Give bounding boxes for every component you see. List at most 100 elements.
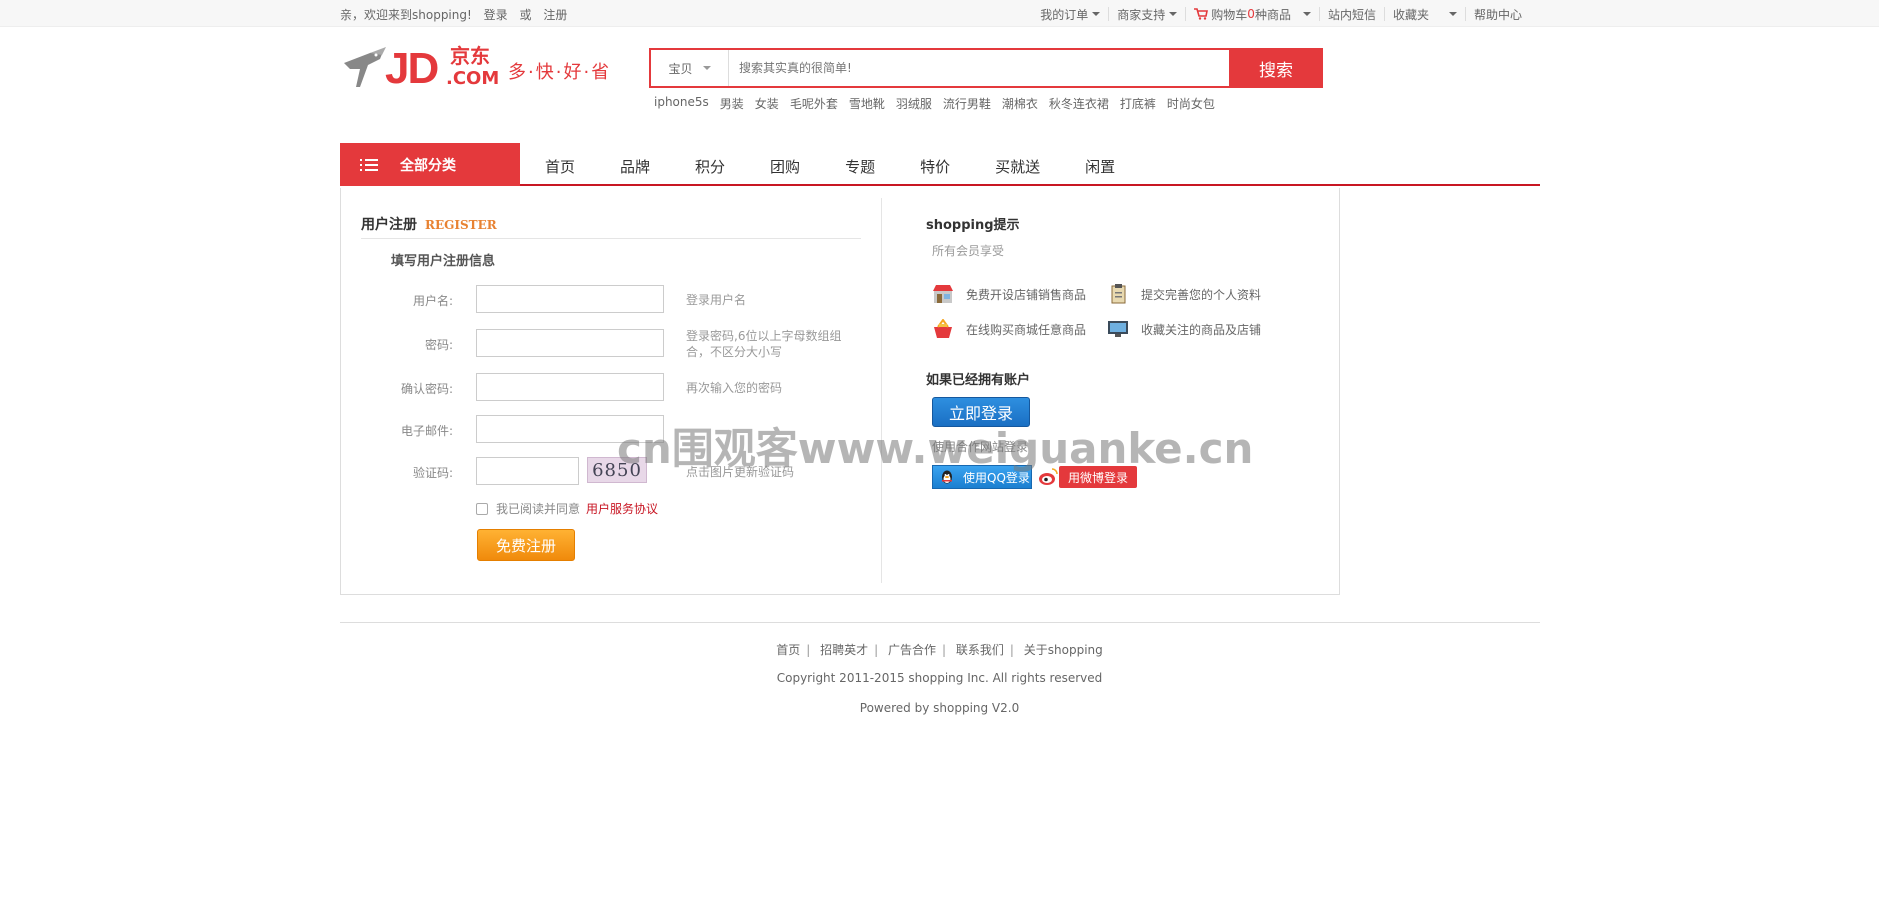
register-link[interactable]: 注册 [543, 8, 567, 22]
top-bar: 亲，欢迎来到shopping! 登录 或 注册 我的订单 商家支持 购物车 0 种商… [0, 0, 1879, 27]
footer-divider [340, 622, 1540, 623]
nav-link-group-buy[interactable]: 团购 [770, 156, 800, 177]
search-category-select[interactable]: 宝贝 [651, 50, 729, 86]
nav-link-idle[interactable]: 闲置 [1085, 156, 1115, 177]
chevron-down-icon [1302, 12, 1311, 16]
top-links: 我的订单 商家支持 购物车 0 种商品 站内短信 收藏夹 帮助中心 [1032, 7, 1530, 22]
favorites-menu[interactable]: 收藏夹 [1383, 7, 1465, 22]
messages-link[interactable]: 站内短信 [1318, 7, 1384, 22]
nav-link-brand[interactable]: 品牌 [620, 156, 650, 177]
nav-link-buy-gift[interactable]: 买就送 [995, 156, 1040, 177]
tips-title: shopping提示 [926, 218, 1020, 233]
agree-checkbox[interactable] [476, 502, 488, 515]
clipboard-icon [1111, 284, 1126, 304]
all-categories-label: 全部分类 [400, 157, 456, 174]
hotword-link[interactable]: 雪地靴 [849, 95, 885, 112]
login-link[interactable]: 登录 [484, 8, 508, 22]
monitor-icon [1108, 321, 1128, 337]
or-text: 或 [519, 8, 532, 22]
nav-link-specials[interactable]: 特价 [920, 156, 950, 177]
separator: | [942, 643, 947, 657]
footer-links: 首页 | 招聘英才 | 广告合作 | 联系我们 | 关于shopping [0, 641, 1879, 658]
footer-link-about[interactable]: 关于shopping [1024, 643, 1103, 657]
logo-brand-cn: 京东 [450, 44, 490, 68]
powered-by: Powered by shopping V2.0 [859, 701, 1020, 715]
nav-links: 首页 品牌 积分 团购 专题 特价 买就送 闲置 [545, 156, 1160, 177]
all-categories-button[interactable]: 全部分类 [340, 143, 520, 186]
username-tip: 登录用户名 [686, 293, 747, 307]
register-title-en: REGISTER [425, 218, 497, 232]
username-label: 用户名: [412, 294, 453, 308]
chevron-down-icon [1092, 12, 1101, 16]
chevron-down-icon [1169, 12, 1178, 16]
hotword-link[interactable]: 秋冬连衣裙 [1049, 95, 1109, 112]
hot-keywords: iphone5s 男装 女装 毛呢外套 雪地靴 羽绒服 流行男鞋 潮棉衣 秋冬连… [654, 95, 1226, 112]
perk-label: 在线购买商城任意商品 [966, 322, 1087, 337]
my-orders-menu[interactable]: 我的订单 [1032, 7, 1108, 22]
confirm-password-input[interactable] [476, 373, 664, 401]
search-category-label: 宝贝 [668, 61, 693, 76]
divider [361, 238, 861, 239]
footer-link-ads[interactable]: 广告合作 [888, 643, 936, 657]
hotword-link[interactable]: 潮棉衣 [1002, 95, 1038, 112]
site-logo[interactable]: JD 京东 .COM 多·快·好·省 [340, 45, 620, 93]
copyright: Copyright 2011-2015 shopping Inc. All ri… [776, 671, 1103, 685]
perk-open-shop: 免费开设店铺销售商品 [932, 284, 1086, 304]
username-input[interactable] [476, 285, 664, 313]
footer-link-contact[interactable]: 联系我们 [956, 643, 1004, 657]
confirm-password-label: 确认密码: [400, 382, 453, 396]
hotword-link[interactable]: 女装 [755, 95, 779, 112]
search-bar: 宝贝 搜索 [649, 48, 1323, 88]
hotword-link[interactable]: 打底裤 [1120, 95, 1156, 112]
dog-mascot-icon [344, 47, 386, 87]
nav-link-topics[interactable]: 专题 [845, 156, 875, 177]
captcha-input[interactable] [476, 457, 579, 485]
free-register-button[interactable]: 免费注册 [477, 529, 575, 561]
password-label: 密码: [424, 338, 453, 352]
agreement-row: 我已阅读并同意 用户服务协议 [476, 500, 658, 517]
logo-slogan: 多·快·好·省 [508, 62, 612, 83]
list-menu-icon [360, 158, 378, 171]
messages-label: 站内短信 [1327, 7, 1376, 22]
password-tip: 登录密码,6位以上字母数组组合，不区分大小写 [686, 329, 842, 359]
my-orders-label: 我的订单 [1040, 7, 1089, 22]
confirm-password-tip: 再次输入您的密码 [686, 381, 783, 395]
register-title-cn: 用户注册 [361, 217, 417, 233]
search-button[interactable]: 搜索 [1229, 48, 1323, 88]
hotword-link[interactable]: iphone5s [654, 95, 709, 112]
shopping-basket-icon [934, 319, 952, 338]
footer-link-home[interactable]: 首页 [776, 643, 800, 657]
logo-com: .COM [446, 68, 500, 89]
welcome-area: 亲，欢迎来到shopping! 登录 或 注册 [340, 6, 575, 23]
seller-support-label: 商家支持 [1117, 7, 1166, 22]
tips-subtitle: 所有会员享受 [932, 244, 1005, 258]
separator: | [806, 643, 811, 657]
hotword-link[interactable]: 男装 [720, 95, 744, 112]
agree-text: 我已阅读并同意 [496, 502, 581, 516]
register-panel: 用户注册 REGISTER 填写用户注册信息 用户名: 登录用户名 密码: 登录密… [340, 188, 1340, 595]
search-input[interactable] [731, 50, 1231, 86]
cart-count: 0 [1247, 7, 1255, 21]
hotword-link[interactable]: 羽绒服 [896, 95, 932, 112]
hotword-link[interactable]: 流行男鞋 [943, 95, 991, 112]
cart-menu[interactable]: 购物车 0 种商品 [1185, 7, 1319, 22]
perk-label: 免费开设店铺销售商品 [966, 287, 1087, 302]
nav-link-points[interactable]: 积分 [695, 156, 725, 177]
hotword-link[interactable]: 毛呢外套 [790, 95, 838, 112]
seller-support-menu[interactable]: 商家支持 [1108, 7, 1185, 22]
separator: | [1009, 643, 1014, 657]
footer-link-jobs[interactable]: 招聘英才 [820, 643, 868, 657]
perk-buy: 在线购买商城任意商品 [932, 319, 1086, 339]
captcha-label: 验证码: [412, 466, 453, 480]
password-input[interactable] [476, 329, 664, 357]
vertical-divider [881, 198, 882, 583]
help-label: 帮助中心 [1473, 7, 1522, 22]
hotword-link[interactable]: 时尚女包 [1167, 95, 1215, 112]
cart-label: 购物车 [1211, 7, 1248, 22]
user-agreement-link[interactable]: 用户服务协议 [586, 500, 658, 517]
welcome-text: 亲，欢迎来到shopping! [340, 8, 472, 22]
nav-link-home[interactable]: 首页 [545, 156, 575, 177]
perk-profile: 提交完善您的个人资料 [1107, 284, 1261, 304]
have-account-title: 如果已经拥有账户 [926, 373, 1031, 388]
help-link[interactable]: 帮助中心 [1464, 7, 1530, 22]
